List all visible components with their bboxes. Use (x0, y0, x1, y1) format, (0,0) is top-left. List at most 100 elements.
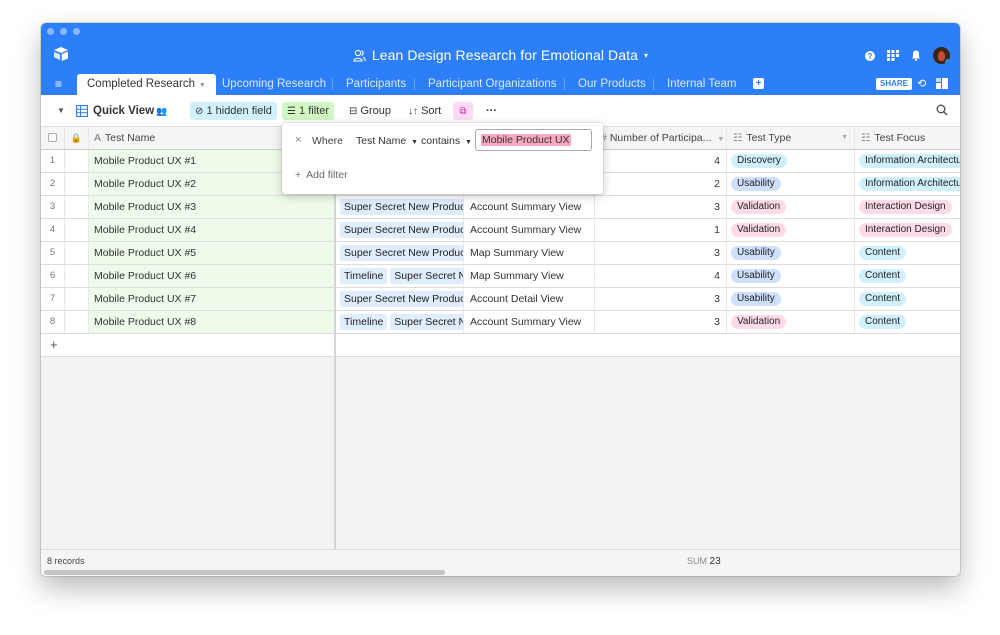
hide-fields-button[interactable]: ⊘ 1 hidden field (190, 102, 277, 120)
test-focus-cell[interactable]: Content (855, 288, 960, 310)
view-name[interactable]: Quick View (88, 102, 159, 120)
horizontal-scrollbar[interactable] (44, 570, 445, 575)
filter-field-select[interactable]: Test Name ▼ (356, 135, 418, 147)
filter-operator-select[interactable]: contains ▼ (421, 135, 472, 147)
test-focus-cell[interactable]: Interaction Design (855, 219, 960, 241)
view-cell[interactable]: Account Summary View (464, 196, 595, 218)
products-cell[interactable]: Super Secret New Product (337, 196, 464, 218)
participants-cell[interactable]: 1 (595, 219, 727, 241)
row-expand-cell[interactable] (65, 311, 89, 333)
group-button[interactable]: ⊟ Group (344, 102, 396, 120)
test-type-cell[interactable]: Usability (727, 265, 855, 287)
tab-internal-team[interactable]: Internal Team (657, 74, 746, 95)
history-icon[interactable]: ⟲ (917, 77, 926, 90)
search-icon[interactable] (936, 104, 948, 116)
linked-product-chip[interactable]: Super Secret Ne (390, 314, 463, 331)
linked-product-chip[interactable]: Super Secret New Product (340, 291, 463, 308)
column-header-test-type[interactable]: ☷ Test Type ▼ (727, 127, 855, 149)
row-number[interactable]: 7 (41, 288, 65, 310)
share-button[interactable]: SHARE (876, 78, 913, 90)
view-switcher-chevron-icon[interactable]: ▼ (57, 106, 65, 115)
blocks-icon[interactable] (936, 78, 948, 89)
help-icon[interactable]: ? (865, 50, 875, 61)
test-focus-cell[interactable]: Content (855, 242, 960, 264)
add-record-plus-icon[interactable]: + (41, 334, 335, 356)
row-number[interactable]: 2 (41, 173, 65, 195)
row-expand-cell[interactable] (65, 196, 89, 218)
bell-icon[interactable] (911, 50, 921, 61)
test-type-cell[interactable]: Discovery (727, 150, 855, 172)
hamburger-menu-icon[interactable]: ≡ (55, 78, 62, 90)
tab-participant-organizations[interactable]: Participant Organizations (418, 74, 566, 95)
linked-product-chip[interactable]: Timeline (340, 314, 388, 331)
filter-button[interactable]: ☰ 1 filter (282, 102, 334, 120)
linked-product-chip[interactable]: Super Secret Ne (390, 268, 463, 285)
tab-our-products[interactable]: Our Products (568, 74, 656, 95)
test-name-cell[interactable]: Mobile Product UX #7 (89, 288, 335, 310)
products-cell[interactable]: Super Secret New Product (337, 219, 464, 241)
row-number[interactable]: 3 (41, 196, 65, 218)
view-cell[interactable]: Map Summary View (464, 242, 595, 264)
select-all-checkbox[interactable] (48, 133, 57, 142)
test-type-cell[interactable]: Validation (727, 311, 855, 333)
sort-button[interactable]: ↓↑ Sort (403, 102, 446, 120)
test-focus-cell[interactable]: Interaction Design (855, 196, 960, 218)
test-type-cell[interactable]: Validation (727, 196, 855, 218)
linked-product-chip[interactable]: Super Secret New Product (340, 199, 463, 216)
view-cell[interactable]: Map Summary View (464, 265, 595, 287)
participants-cell[interactable]: 3 (595, 288, 727, 310)
add-filter-button[interactable]: + Add filter (295, 169, 348, 181)
test-focus-cell[interactable]: Information Architecture (855, 150, 960, 172)
test-name-cell[interactable]: Mobile Product UX #3 (89, 196, 335, 218)
row-number[interactable]: 5 (41, 242, 65, 264)
tab-upcoming-research[interactable]: Upcoming Research (212, 74, 336, 95)
row-expand-cell[interactable] (65, 173, 89, 195)
table-row[interactable]: 6 Mobile Product UX #6 Timeline Super Secre… (41, 265, 960, 288)
participants-cell[interactable]: 3 (595, 242, 727, 264)
test-name-cell[interactable]: Mobile Product UX #4 (89, 219, 335, 241)
row-expand-cell[interactable] (65, 219, 89, 241)
tab-completed-research[interactable]: Completed Research ▼ (77, 74, 216, 95)
select-all-cell[interactable] (41, 127, 65, 149)
test-name-cell[interactable]: Mobile Product UX #5 (89, 242, 335, 264)
table-row[interactable]: 8 Mobile Product UX #8 Timeline Super Secre… (41, 311, 960, 334)
linked-product-chip[interactable]: Super Secret New Product (340, 222, 463, 239)
view-cell[interactable]: Account Summary View (464, 219, 595, 241)
test-type-cell[interactable]: Validation (727, 219, 855, 241)
test-name-cell[interactable]: Mobile Product UX #6 (89, 265, 335, 287)
close-window-button[interactable] (47, 28, 54, 35)
test-type-cell[interactable]: Usability (727, 242, 855, 264)
linked-product-chip[interactable]: Timeline (340, 268, 388, 285)
view-cell[interactable]: Account Summary View (464, 311, 595, 333)
participants-cell[interactable]: 4 (595, 150, 727, 172)
row-expand-cell[interactable] (65, 265, 89, 287)
remove-filter-close-icon[interactable]: × (295, 134, 301, 146)
apps-grid-icon[interactable] (887, 50, 899, 61)
row-number[interactable]: 4 (41, 219, 65, 241)
column-header-test-focus[interactable]: ☷ Test Focus (855, 127, 960, 149)
linked-product-chip[interactable]: Super Secret New Product (340, 245, 463, 262)
products-cell[interactable]: Super Secret New Product (337, 242, 464, 264)
participants-cell[interactable]: 3 (595, 196, 727, 218)
column-header-participants[interactable]: # Number of Participa... ▼ (595, 127, 727, 149)
participants-cell[interactable]: 3 (595, 311, 727, 333)
test-type-cell[interactable]: Usability (727, 173, 855, 195)
table-row[interactable]: 5 Mobile Product UX #5 Super Secret New Pr… (41, 242, 960, 265)
table-row[interactable]: 7 Mobile Product UX #7 Super Secret New Pr… (41, 288, 960, 311)
row-expand-cell[interactable] (65, 150, 89, 172)
add-record-row[interactable]: + (41, 334, 960, 357)
table-row[interactable]: 4 Mobile Product UX #4 Super Secret New Pr… (41, 219, 960, 242)
maximize-window-button[interactable] (73, 28, 80, 35)
tab-participants[interactable]: Participants (336, 74, 416, 95)
row-number[interactable]: 8 (41, 311, 65, 333)
minimize-window-button[interactable] (60, 28, 67, 35)
row-number[interactable]: 6 (41, 265, 65, 287)
filter-value-input[interactable]: Mobile Product UX (475, 129, 592, 151)
participants-cell[interactable]: 2 (595, 173, 727, 195)
test-name-cell[interactable]: Mobile Product UX #8 (89, 311, 335, 333)
user-avatar[interactable] (933, 47, 950, 64)
more-options-button[interactable]: ··· (481, 102, 502, 120)
row-number[interactable]: 1 (41, 150, 65, 172)
products-cell[interactable]: Super Secret New Product (337, 288, 464, 310)
row-expand-cell[interactable] (65, 242, 89, 264)
